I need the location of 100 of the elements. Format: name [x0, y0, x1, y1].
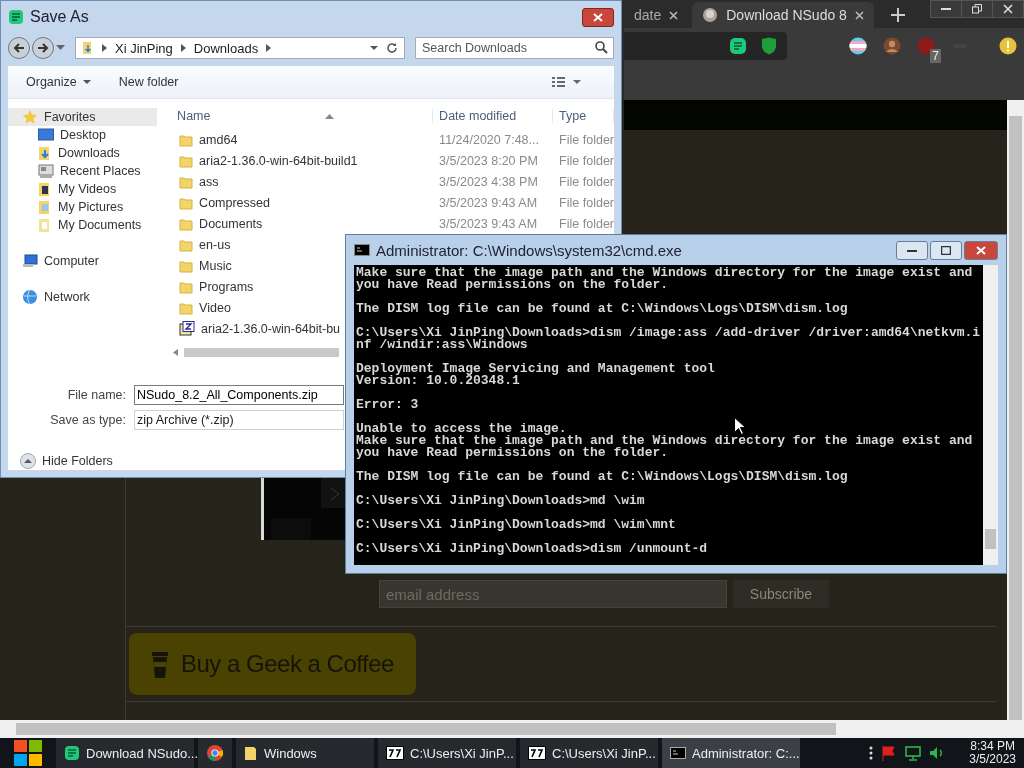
- toolbar-button[interactable]: Organize: [26, 75, 91, 89]
- date-cell-text: 3/5/2023 9:43 AM: [438, 195, 539, 210]
- maximize-button[interactable]: [930, 240, 962, 260]
- taskbar-button[interactable]: Windows: [236, 738, 374, 768]
- console-line: The DISM log file can be found at C:\Windows\Logs\DISM\dism.log: [356, 303, 848, 315]
- file-name[interactable]: Programs: [199, 279, 254, 294]
- overflow-icon[interactable]: [869, 746, 874, 760]
- search-field[interactable]: Search Downloads: [415, 37, 614, 59]
- view-options-icon[interactable]: [552, 76, 582, 88]
- nav-item[interactable]: My Pictures: [8, 198, 158, 216]
- close-button[interactable]: [582, 7, 614, 27]
- flag-icon[interactable]: [881, 745, 898, 761]
- notes-icon[interactable]: [729, 37, 747, 55]
- file-name[interactable]: en-us: [199, 237, 231, 252]
- column-header[interactable]: Type: [559, 109, 587, 123]
- forward-arrow-icon: [37, 42, 49, 54]
- file-name-field[interactable]: NSudo_8.2_All_Components.zip: [134, 384, 344, 405]
- search-icon: [595, 41, 608, 54]
- archive-icon: [179, 321, 196, 336]
- field-label: File name:: [66, 387, 127, 402]
- save-type-dropdown[interactable]: zip Archive (*.zip): [134, 409, 344, 430]
- dialog-title: Save As: [30, 8, 89, 26]
- file-name[interactable]: Music: [199, 258, 232, 273]
- monitor-icon[interactable]: [905, 745, 922, 761]
- file-name[interactable]: aria2-1.36.0-win-64bit-bu: [201, 321, 341, 336]
- file-name[interactable]: amd64: [199, 132, 238, 147]
- address-field[interactable]: Xi JinPing Downloads: [75, 37, 405, 59]
- console-line: C:\Users\Xi JinPing\Downloads>md \wim: [356, 495, 645, 507]
- nav-item[interactable]: Favorites: [8, 108, 158, 126]
- vertical-scrollbar[interactable]: [1007, 100, 1024, 720]
- restore-button[interactable]: [961, 1, 992, 17]
- vertical-scrollbar[interactable]: [983, 265, 998, 565]
- hide-folders-button[interactable]: Hide Folders: [20, 453, 113, 469]
- shield-icon[interactable]: [761, 37, 777, 55]
- archiver-icon: [386, 746, 404, 760]
- address-bar[interactable]: [624, 32, 787, 60]
- console-line: C:\Users\Xi JinPing\Downloads>md \wim\mnt: [356, 519, 676, 531]
- type-cell-text: File folder: [558, 132, 614, 147]
- chrome-icon[interactable]: [206, 744, 224, 762]
- file-name[interactable]: Compressed: [199, 195, 270, 210]
- column-header[interactable]: Date modified: [439, 109, 517, 123]
- folder-icon: [179, 153, 194, 168]
- maximize-icon: [941, 245, 951, 255]
- taskbar-button[interactable]: Administrator: C:...: [662, 738, 800, 768]
- folder-icon: [179, 195, 194, 210]
- nav-item[interactable]: Computer: [8, 252, 158, 270]
- type-cell-text: File folder: [558, 216, 614, 231]
- nav-item[interactable]: My Videos: [8, 180, 158, 198]
- nav-item[interactable]: Desktop: [8, 126, 158, 144]
- horizontal-scrollbar[interactable]: [171, 347, 340, 357]
- scroll-left-icon[interactable]: [173, 348, 179, 356]
- archiver-icon: [528, 746, 546, 760]
- back-button[interactable]: [8, 37, 30, 59]
- nav-item[interactable]: Downloads: [8, 144, 158, 162]
- minimize-button[interactable]: [896, 240, 928, 260]
- download-folder-icon: [38, 145, 52, 161]
- video-library-icon: [38, 181, 52, 197]
- file-name[interactable]: ass: [199, 174, 219, 189]
- taskbar-button[interactable]: C:\Users\Xi JinP...: [378, 738, 516, 768]
- nav-item[interactable]: My Documents: [8, 216, 158, 234]
- date-cell-text: 3/5/2023 9:43 AM: [438, 216, 539, 231]
- close-icon[interactable]: [669, 10, 679, 20]
- close-button[interactable]: [964, 240, 998, 260]
- refresh-icon[interactable]: [386, 42, 398, 54]
- restore-icon: [972, 4, 982, 14]
- folder-icon: [179, 237, 194, 252]
- nav-item[interactable]: Recent Places: [8, 162, 158, 180]
- close-icon[interactable]: [854, 10, 864, 20]
- dropdown-icon[interactable]: [370, 45, 378, 51]
- console-line: The DISM log file can be found at C:\Windows\Logs\DISM\dism.log: [356, 471, 848, 483]
- history-dropdown-icon[interactable]: [56, 45, 65, 51]
- clock-date[interactable]: 3/5/2023: [969, 753, 1016, 766]
- breadcrumb-item[interactable]: Xi JinPing: [115, 40, 173, 56]
- file-name[interactable]: Documents: [199, 216, 263, 231]
- browser-tab[interactable]: Download NSudo 8: [692, 2, 874, 28]
- file-name[interactable]: Video: [199, 300, 231, 315]
- console-line: Error: 3: [356, 399, 419, 411]
- avatar-icon[interactable]: [883, 37, 901, 55]
- alert-icon[interactable]: [999, 37, 1017, 55]
- browser-tab[interactable]: date: [624, 2, 689, 28]
- sort-icon: [325, 113, 335, 119]
- computer-icon: [22, 254, 38, 268]
- breadcrumb-item[interactable]: Downloads: [193, 40, 259, 56]
- date-cell-text: 3/5/2023 4:38 PM: [438, 174, 539, 189]
- minimize-button[interactable]: [931, 1, 961, 17]
- taskbar-button[interactable]: C:\Users\Xi JinP...: [520, 738, 658, 768]
- folder-icon: [244, 745, 258, 761]
- start-button[interactable]: [13, 739, 43, 767]
- console-line: Make sure that the image path and the Windows directory for the image exist and: [356, 435, 973, 447]
- horizontal-scrollbar[interactable]: [0, 720, 1024, 738]
- toolbar-button[interactable]: New folder: [118, 75, 179, 89]
- file-name[interactable]: aria2-1.36.0-win-64bit-build1: [199, 153, 358, 168]
- nav-item[interactable]: Network: [8, 288, 158, 306]
- close-button[interactable]: [992, 1, 1023, 17]
- forward-button[interactable]: [32, 37, 54, 59]
- clock-time[interactable]: 8:34 PM: [970, 740, 1015, 753]
- taskbar-button[interactable]: [198, 738, 232, 768]
- subscribe-button[interactable]: Subscribe: [733, 580, 829, 608]
- minimize-icon: [907, 248, 917, 252]
- column-header[interactable]: Name: [177, 109, 211, 123]
